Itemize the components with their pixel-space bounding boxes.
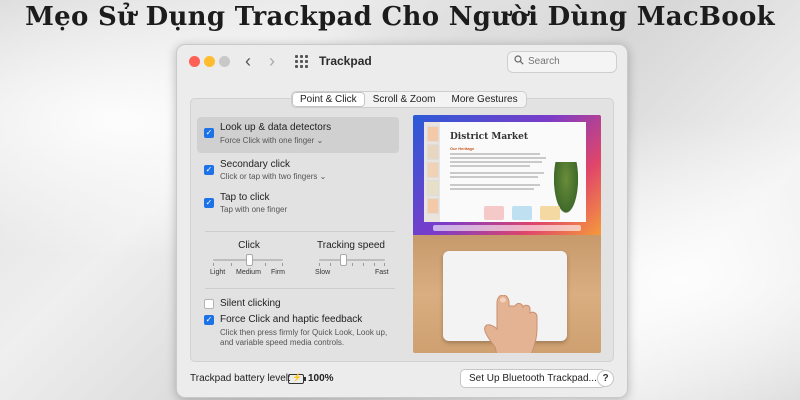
option-description: Click then press firmly for Quick Look, … (220, 328, 388, 347)
doc-sidebar (424, 122, 440, 222)
tick (265, 263, 266, 266)
battery-level-value: 100% (308, 373, 334, 384)
slider-label-slow: Slow (315, 269, 331, 276)
preview-card (540, 206, 560, 220)
tab-more-gestures[interactable]: More Gestures (443, 92, 525, 107)
option-title: Secondary click (220, 159, 291, 170)
doc-title: District Market (450, 132, 529, 142)
tick (384, 263, 385, 266)
option-silent-clicking[interactable]: Silent clicking (197, 296, 399, 312)
tab-bar: Point & Click Scroll & Zoom More Gesture… (291, 91, 527, 108)
window-title: Trackpad (319, 54, 372, 68)
tick (352, 263, 353, 266)
look-up-checkbox[interactable]: ✓ (204, 128, 214, 138)
help-button[interactable]: ? (597, 370, 614, 387)
tap-to-click-checkbox[interactable]: ✓ (204, 198, 214, 208)
title-bar: ‹ › Trackpad (177, 45, 627, 79)
divider (205, 231, 395, 232)
tab-scroll-zoom[interactable]: Scroll & Zoom (365, 92, 444, 107)
preview-screen: District Market Our Heritage (413, 115, 601, 235)
show-all-grid-icon[interactable] (295, 55, 308, 68)
option-secondary-click[interactable]: ✓ Secondary click Click or tap with two … (197, 153, 399, 186)
system-preferences-window: ‹ › Trackpad Point & Click Scroll & Zoom… (176, 44, 628, 398)
page-headline: Mẹo Sử Dụng Trackpad Cho Người Dùng MacB… (25, 2, 775, 32)
tick (282, 263, 283, 266)
tick (330, 263, 331, 266)
tick (374, 263, 375, 266)
search-icon (514, 55, 524, 65)
slider-label-fast: Fast (375, 269, 389, 276)
hand-icon (484, 295, 538, 353)
option-subtitle-dropdown[interactable]: Force Click with one finger ⌄ (220, 136, 323, 145)
tick (319, 263, 320, 266)
doc-subtitle: Our Heritage (450, 146, 475, 151)
tab-point-click[interactable]: Point & Click (292, 92, 365, 107)
close-window-button[interactable] (189, 56, 200, 67)
secondary-click-checkbox[interactable]: ✓ (204, 165, 214, 175)
tracking-speed-knob[interactable] (340, 254, 347, 266)
settings-panel: ✓ Look up & data detectors Force Click w… (190, 98, 614, 362)
option-title: Silent clicking (220, 298, 281, 309)
tick (231, 263, 232, 266)
option-title: Force Click and haptic feedback (220, 314, 363, 325)
gesture-preview: District Market Our Heritage (413, 115, 601, 353)
search-field[interactable] (507, 51, 617, 73)
force-click-checkbox[interactable]: ✓ (204, 315, 214, 325)
tracking-speed-title: Tracking speed (317, 240, 385, 251)
zoom-window-button[interactable] (219, 56, 230, 67)
back-chevron-icon[interactable]: ‹ (245, 51, 251, 71)
slider-label-firm: Firm (271, 269, 285, 276)
search-input[interactable] (528, 54, 610, 69)
slider-label-light: Light (210, 269, 226, 276)
option-subtitle: Tap with one finger (220, 205, 288, 214)
option-subtitle-dropdown[interactable]: Click or tap with two fingers ⌄ (220, 172, 326, 181)
tick (213, 263, 214, 266)
battery-level-label: Trackpad battery level: (190, 373, 291, 384)
desk-surface (413, 235, 601, 353)
minimize-window-button[interactable] (204, 56, 215, 67)
battery-icon: ⚡ (288, 373, 306, 384)
option-force-click[interactable]: ✓ Force Click and haptic feedback Click … (197, 312, 399, 352)
tick (363, 263, 364, 266)
preview-card (484, 206, 504, 220)
click-slider-title: Click (238, 240, 260, 251)
divider (205, 288, 395, 289)
forward-chevron-icon[interactable]: › (269, 51, 275, 71)
silent-clicking-checkbox[interactable] (204, 299, 214, 309)
option-look-up[interactable]: ✓ Look up & data detectors Force Click w… (197, 117, 399, 153)
dock (433, 225, 581, 231)
preview-card (512, 206, 532, 220)
option-title: Look up & data detectors (220, 122, 332, 133)
setup-bluetooth-trackpad-button[interactable]: Set Up Bluetooth Trackpad... (460, 369, 606, 388)
option-title: Tap to click (220, 192, 270, 203)
option-tap-to-click[interactable]: ✓ Tap to click Tap with one finger (197, 186, 399, 219)
slider-label-medium: Medium (236, 269, 261, 276)
click-slider-knob[interactable] (246, 254, 253, 266)
preview-document: District Market Our Heritage (424, 122, 586, 222)
tracking-speed-track[interactable] (319, 259, 385, 261)
